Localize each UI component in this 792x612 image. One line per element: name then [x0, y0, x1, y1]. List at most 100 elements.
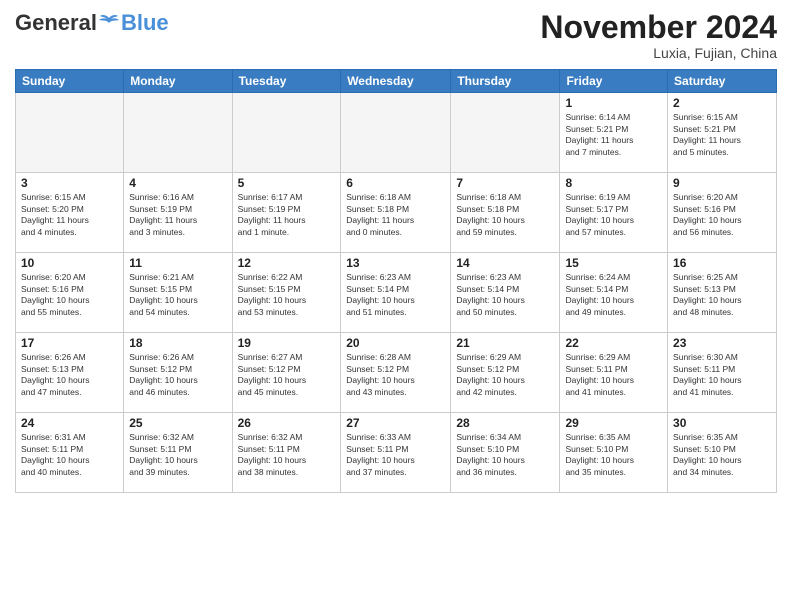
- day-number: 1: [565, 96, 662, 110]
- day-info: Sunrise: 6:25 AMSunset: 5:13 PMDaylight:…: [673, 272, 771, 318]
- day-info: Sunrise: 6:23 AMSunset: 5:14 PMDaylight:…: [346, 272, 445, 318]
- table-row: 8Sunrise: 6:19 AMSunset: 5:17 PMDaylight…: [560, 173, 668, 253]
- calendar-week-1: 3 Sunrise: 6:15 AMSunset: 5:20 PMDaylight…: [16, 173, 777, 253]
- day-info: Sunrise: 6:15 AMSunset: 5:20 PMDaylight:…: [21, 192, 118, 238]
- day-number: 3: [21, 176, 118, 190]
- header-tuesday: Tuesday: [232, 70, 341, 93]
- header-saturday: Saturday: [668, 70, 777, 93]
- day-number: 7: [456, 176, 554, 190]
- day-info: Sunrise: 6:34 AMSunset: 5:10 PMDaylight:…: [456, 432, 554, 478]
- day-number: 2: [673, 96, 771, 110]
- header-sunday: Sunday: [16, 70, 124, 93]
- table-row: 30 Sunrise: 6:35 AMSunset: 5:10 PMDayligh…: [668, 413, 777, 493]
- logo-general: General: [15, 10, 97, 36]
- day-info: Sunrise: 6:26 AMSunset: 5:13 PMDaylight:…: [21, 352, 118, 398]
- logo-blue: Blue: [121, 10, 169, 36]
- calendar-week-2: 10 Sunrise: 6:20 AMSunset: 5:16 PMDayligh…: [16, 253, 777, 333]
- table-row: [16, 93, 124, 173]
- table-row: 27 Sunrise: 6:33 AMSunset: 5:11 PMDayligh…: [341, 413, 451, 493]
- day-number: 15: [565, 256, 662, 270]
- day-number: 27: [346, 416, 445, 430]
- day-number: 28: [456, 416, 554, 430]
- table-row: 10 Sunrise: 6:20 AMSunset: 5:16 PMDayligh…: [16, 253, 124, 333]
- table-row: 29 Sunrise: 6:35 AMSunset: 5:10 PMDayligh…: [560, 413, 668, 493]
- table-row: 11Sunrise: 6:21 AMSunset: 5:15 PMDayligh…: [124, 253, 232, 333]
- day-info: Sunrise: 6:18 AMSunset: 5:18 PMDaylight:…: [346, 192, 445, 238]
- table-row: 20 Sunrise: 6:28 AMSunset: 5:12 PMDayligh…: [341, 333, 451, 413]
- day-number: 5: [238, 176, 336, 190]
- day-number: 9: [673, 176, 771, 190]
- day-number: 16: [673, 256, 771, 270]
- day-info: Sunrise: 6:17 AMSunset: 5:19 PMDaylight:…: [238, 192, 336, 238]
- table-row: 24Sunrise: 6:31 AMSunset: 5:11 PMDayligh…: [16, 413, 124, 493]
- day-info: Sunrise: 6:28 AMSunset: 5:12 PMDaylight:…: [346, 352, 445, 398]
- day-info: Sunrise: 6:35 AMSunset: 5:10 PMDaylight:…: [565, 432, 662, 478]
- day-number: 25: [129, 416, 226, 430]
- table-row: 4 Sunrise: 6:16 AMSunset: 5:19 PMDaylight…: [124, 173, 232, 253]
- table-row: 21 Sunrise: 6:29 AMSunset: 5:12 PMDayligh…: [451, 333, 560, 413]
- table-row: [451, 93, 560, 173]
- page-container: General Blue November 2024 Luxia, Fujian…: [0, 0, 792, 498]
- day-info: Sunrise: 6:27 AMSunset: 5:12 PMDaylight:…: [238, 352, 336, 398]
- day-info: Sunrise: 6:20 AMSunset: 5:16 PMDaylight:…: [21, 272, 118, 318]
- logo: General Blue: [15, 10, 169, 36]
- calendar-header-row: Sunday Monday Tuesday Wednesday Thursday…: [16, 70, 777, 93]
- table-row: 16 Sunrise: 6:25 AMSunset: 5:13 PMDayligh…: [668, 253, 777, 333]
- table-row: [341, 93, 451, 173]
- day-number: 4: [129, 176, 226, 190]
- day-number: 29: [565, 416, 662, 430]
- table-row: 23 Sunrise: 6:30 AMSunset: 5:11 PMDayligh…: [668, 333, 777, 413]
- day-number: 10: [21, 256, 118, 270]
- table-row: 12Sunrise: 6:22 AMSunset: 5:15 PMDayligh…: [232, 253, 341, 333]
- calendar-week-0: 1 Sunrise: 6:14 AMSunset: 5:21 PMDaylight…: [16, 93, 777, 173]
- day-info: Sunrise: 6:35 AMSunset: 5:10 PMDaylight:…: [673, 432, 771, 478]
- day-info: Sunrise: 6:26 AMSunset: 5:12 PMDaylight:…: [129, 352, 226, 398]
- day-number: 13: [346, 256, 445, 270]
- day-number: 21: [456, 336, 554, 350]
- day-info: Sunrise: 6:22 AMSunset: 5:15 PMDaylight:…: [238, 272, 336, 318]
- table-row: 15 Sunrise: 6:24 AMSunset: 5:14 PMDayligh…: [560, 253, 668, 333]
- day-number: 20: [346, 336, 445, 350]
- calendar-week-4: 24Sunrise: 6:31 AMSunset: 5:11 PMDayligh…: [16, 413, 777, 493]
- day-info: Sunrise: 6:29 AMSunset: 5:12 PMDaylight:…: [456, 352, 554, 398]
- day-number: 30: [673, 416, 771, 430]
- day-number: 24: [21, 416, 118, 430]
- day-info: Sunrise: 6:21 AMSunset: 5:15 PMDaylight:…: [129, 272, 226, 318]
- day-number: 23: [673, 336, 771, 350]
- table-row: 26Sunrise: 6:32 AMSunset: 5:11 PMDayligh…: [232, 413, 341, 493]
- day-number: 26: [238, 416, 336, 430]
- calendar-week-3: 17 Sunrise: 6:26 AMSunset: 5:13 PMDayligh…: [16, 333, 777, 413]
- day-info: Sunrise: 6:33 AMSunset: 5:11 PMDaylight:…: [346, 432, 445, 478]
- day-info: Sunrise: 6:15 AMSunset: 5:21 PMDaylight:…: [673, 112, 771, 158]
- table-row: 3 Sunrise: 6:15 AMSunset: 5:20 PMDaylight…: [16, 173, 124, 253]
- header-wednesday: Wednesday: [341, 70, 451, 93]
- logo-bird-icon: [98, 14, 120, 32]
- table-row: 28 Sunrise: 6:34 AMSunset: 5:10 PMDayligh…: [451, 413, 560, 493]
- day-number: 8: [565, 176, 662, 190]
- day-info: Sunrise: 6:16 AMSunset: 5:19 PMDaylight:…: [129, 192, 226, 238]
- title-block: November 2024 Luxia, Fujian, China: [540, 10, 777, 61]
- day-number: 17: [21, 336, 118, 350]
- calendar-table: Sunday Monday Tuesday Wednesday Thursday…: [15, 69, 777, 493]
- header-monday: Monday: [124, 70, 232, 93]
- day-info: Sunrise: 6:18 AMSunset: 5:18 PMDaylight:…: [456, 192, 554, 238]
- day-info: Sunrise: 6:24 AMSunset: 5:14 PMDaylight:…: [565, 272, 662, 318]
- table-row: 22Sunrise: 6:29 AMSunset: 5:11 PMDayligh…: [560, 333, 668, 413]
- day-info: Sunrise: 6:23 AMSunset: 5:14 PMDaylight:…: [456, 272, 554, 318]
- table-row: 18 Sunrise: 6:26 AMSunset: 5:12 PMDayligh…: [124, 333, 232, 413]
- table-row: 13 Sunrise: 6:23 AMSunset: 5:14 PMDayligh…: [341, 253, 451, 333]
- location: Luxia, Fujian, China: [540, 45, 777, 61]
- table-row: 2 Sunrise: 6:15 AMSunset: 5:21 PMDaylight…: [668, 93, 777, 173]
- day-info: Sunrise: 6:30 AMSunset: 5:11 PMDaylight:…: [673, 352, 771, 398]
- table-row: 7 Sunrise: 6:18 AMSunset: 5:18 PMDaylight…: [451, 173, 560, 253]
- day-number: 22: [565, 336, 662, 350]
- day-number: 18: [129, 336, 226, 350]
- table-row: 5 Sunrise: 6:17 AMSunset: 5:19 PMDaylight…: [232, 173, 341, 253]
- table-row: 17 Sunrise: 6:26 AMSunset: 5:13 PMDayligh…: [16, 333, 124, 413]
- day-info: Sunrise: 6:14 AMSunset: 5:21 PMDaylight:…: [565, 112, 662, 158]
- day-info: Sunrise: 6:20 AMSunset: 5:16 PMDaylight:…: [673, 192, 771, 238]
- day-info: Sunrise: 6:32 AMSunset: 5:11 PMDaylight:…: [129, 432, 226, 478]
- table-row: 9 Sunrise: 6:20 AMSunset: 5:16 PMDaylight…: [668, 173, 777, 253]
- table-row: 6Sunrise: 6:18 AMSunset: 5:18 PMDaylight…: [341, 173, 451, 253]
- header-thursday: Thursday: [451, 70, 560, 93]
